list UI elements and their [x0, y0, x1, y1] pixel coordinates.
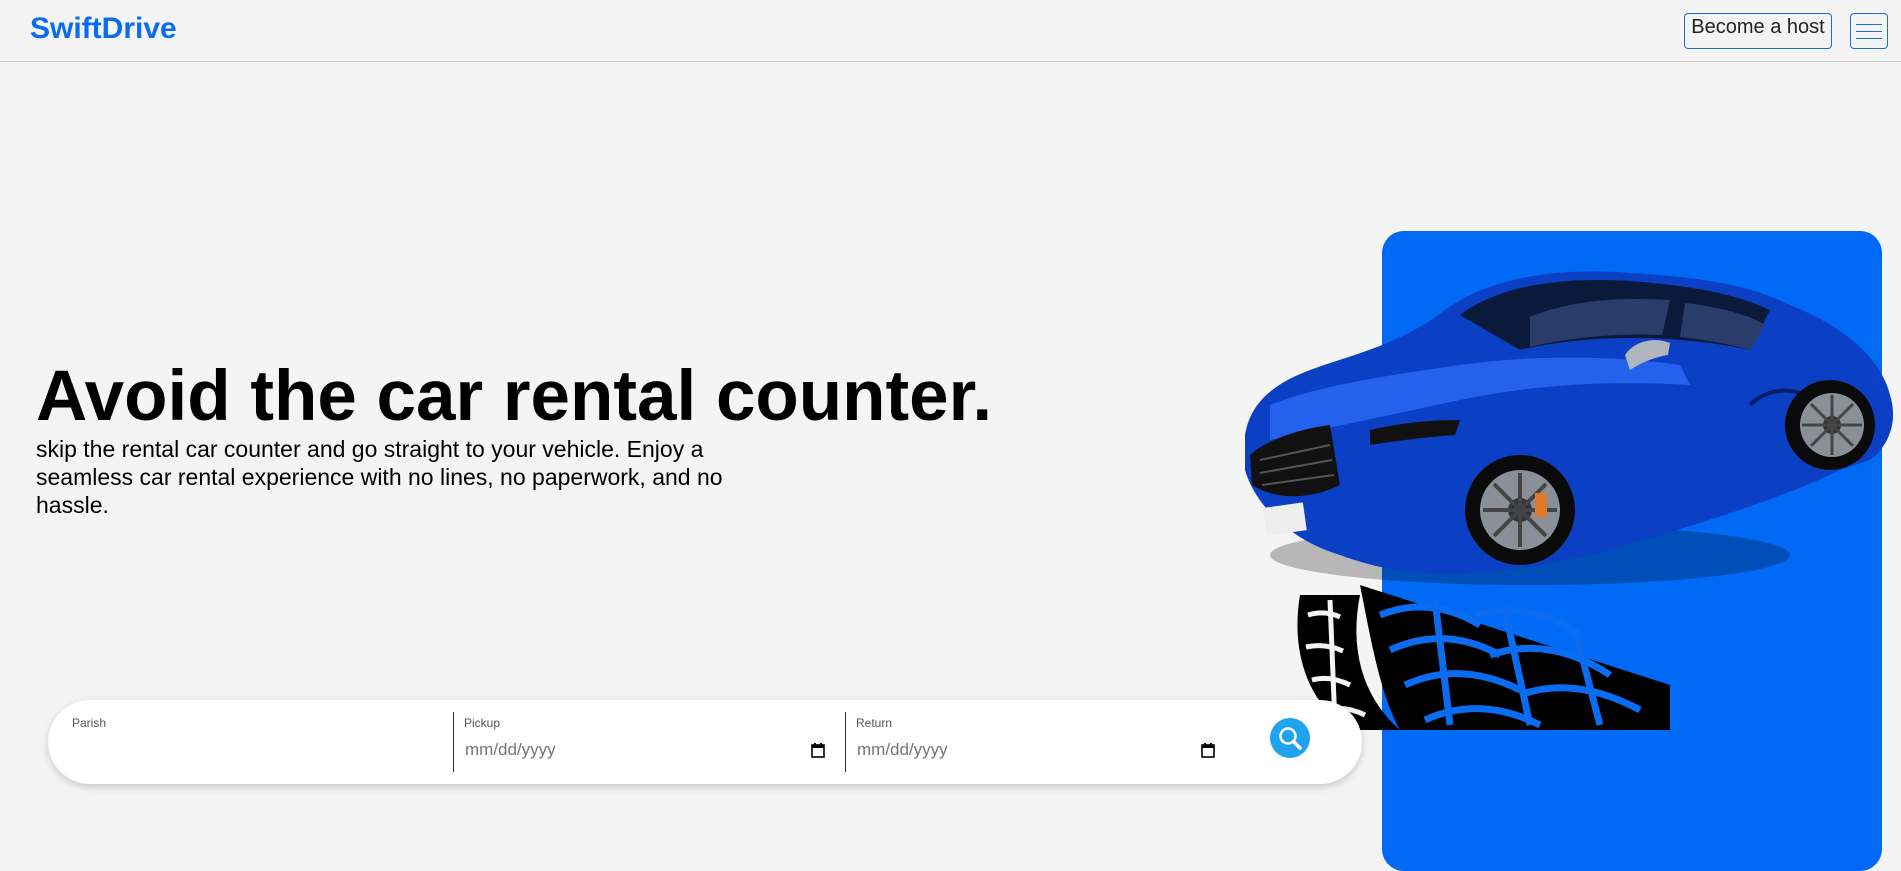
parish-label: Parish: [72, 716, 107, 730]
car: [1245, 271, 1894, 574]
hero-car-image: [1245, 271, 1894, 730]
top-navbar: SwiftDrive Become a host: [0, 0, 1901, 62]
calendar-icon[interactable]: [811, 742, 825, 758]
hero-title: Avoid the car rental counter.: [36, 357, 993, 436]
menu-toggle-button[interactable]: [1850, 13, 1888, 49]
parish-field[interactable]: Parish: [48, 700, 453, 784]
search-bar: Parish Pickup mm/dd/yyyy Return mm/dd/yy…: [48, 700, 1362, 784]
hamburger-menu-icon-line: [1856, 37, 1882, 39]
return-field[interactable]: Return mm/dd/yyyy: [845, 712, 1235, 772]
hamburger-menu-icon: [1856, 23, 1882, 25]
pickup-date-placeholder: mm/dd/yyyy: [465, 740, 556, 759]
brand-logo[interactable]: SwiftDrive: [30, 12, 177, 46]
search-button[interactable]: [1270, 718, 1310, 758]
parish-input[interactable]: [72, 738, 433, 766]
return-date-placeholder: mm/dd/yyyy: [857, 740, 948, 759]
become-host-button[interactable]: Become a host: [1684, 13, 1832, 49]
pickup-label: Pickup: [464, 716, 501, 730]
pickup-date-input[interactable]: mm/dd/yyyy: [465, 736, 825, 764]
hero-subtitle: skip the rental car counter and go strai…: [36, 436, 723, 518]
search-icon: [1279, 727, 1302, 750]
tire-tracks: [1297, 585, 1670, 730]
pickup-field[interactable]: Pickup mm/dd/yyyy: [453, 712, 845, 772]
return-label: Return: [856, 716, 893, 730]
return-date-input[interactable]: mm/dd/yyyy: [857, 736, 1215, 764]
hamburger-menu-icon-line: [1856, 30, 1882, 32]
calendar-icon[interactable]: [1201, 742, 1215, 758]
